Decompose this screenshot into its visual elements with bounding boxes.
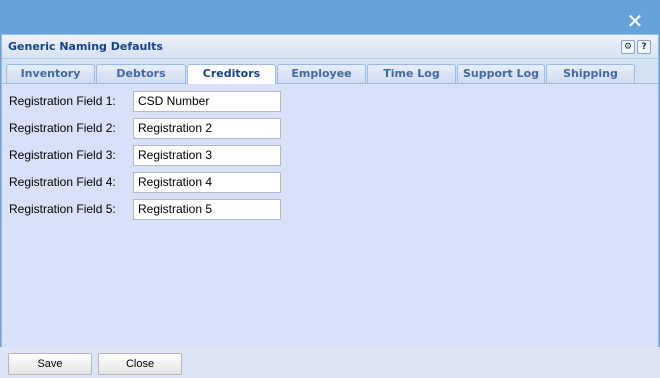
registration-field-5-label: Registration Field 5:: [9, 202, 116, 216]
registration-field-3-input[interactable]: Registration 3: [133, 145, 281, 166]
tab-time-log[interactable]: Time Log: [367, 64, 456, 83]
registration-field-5-input[interactable]: Registration 5: [133, 199, 281, 220]
creditors-tab-body: Registration Field 1: CSD Number Registr…: [2, 84, 658, 347]
tab-support-log[interactable]: Support Log: [457, 64, 545, 83]
tab-shipping[interactable]: Shipping: [546, 64, 635, 83]
registration-field-2-label: Registration Field 2:: [9, 121, 116, 135]
tab-employee[interactable]: Employee: [277, 64, 366, 83]
registration-field-1-label: Registration Field 1:: [9, 94, 116, 108]
close-button[interactable]: Close: [98, 353, 182, 375]
save-button[interactable]: Save: [8, 353, 92, 375]
registration-field-2-input[interactable]: Registration 2: [133, 118, 281, 139]
tab-inventory[interactable]: Inventory: [6, 64, 95, 83]
registration-field-4-label: Registration Field 4:: [9, 175, 116, 189]
registration-field-3-label: Registration Field 3:: [9, 148, 116, 162]
panel-header: Generic Naming Defaults ⚙ ?: [2, 35, 658, 59]
registration-field-4-input[interactable]: Registration 4: [133, 172, 281, 193]
tab-strip: Inventory Debtors Creditors Employee Tim…: [2, 60, 658, 84]
tab-creditors[interactable]: Creditors: [187, 64, 276, 84]
window-close-icon[interactable]: ✕: [624, 10, 646, 32]
registration-field-1-input[interactable]: CSD Number: [133, 91, 281, 112]
tab-debtors[interactable]: Debtors: [96, 64, 186, 83]
naming-defaults-panel: Generic Naming Defaults ⚙ ? Inventory De…: [1, 34, 659, 348]
panel-title: Generic Naming Defaults: [8, 40, 163, 53]
gear-icon[interactable]: ⚙: [621, 40, 635, 54]
dialog-footer: Save Close: [0, 347, 660, 378]
help-icon[interactable]: ?: [637, 40, 651, 54]
